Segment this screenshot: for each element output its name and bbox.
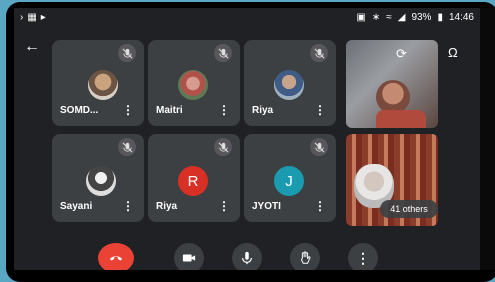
headphones-icon[interactable]: Ω [448,45,458,60]
mic-off-icon [118,138,136,156]
participant-name: JYOTI [252,201,281,212]
avatar [88,70,118,100]
phone-bezel-right [480,8,495,270]
participant-tile[interactable]: Sayani ⋮ [52,134,144,222]
participant-tile[interactable]: Maitri ⋮ [148,40,240,126]
others-count-badge[interactable]: 41 others [380,200,438,218]
clock: 14:46 [448,12,474,23]
self-video-tile[interactable]: ⟳ [346,40,438,128]
more-vert-icon: ⋮ [356,249,370,266]
more-options-icon[interactable]: ⋮ [314,103,326,117]
battery-percent: 93% [411,12,432,23]
avatar [86,166,116,196]
more-options-icon[interactable]: ⋮ [218,103,230,117]
status-right: ▣ ∗ ≈ ◢ 93% ▮ 14:46 [356,12,474,23]
avatar: J [274,166,304,196]
others-count: 41 others [390,204,428,214]
participant-tile[interactable]: SOMD... ⋮ [52,40,144,126]
raise-hand-button[interactable] [290,243,320,270]
nfc-icon: ▣ [356,12,366,23]
wifi-icon: ≈ [386,12,392,23]
mic-off-icon [214,44,232,62]
end-call-button[interactable] [98,243,134,270]
participant-name: Riya [156,201,178,212]
mic-off-icon [310,138,328,156]
avatar-letter: J [285,172,293,190]
signal-icon: ◢ [397,12,406,23]
participant-tile[interactable]: J JYOTI ⋮ [244,134,336,222]
more-options-icon[interactable]: ⋮ [218,199,230,213]
battery-icon: ▮ [437,12,443,23]
video-person-shirt [376,110,426,128]
back-arrow-icon[interactable]: ← [24,38,40,56]
avatar-letter: R [187,172,199,190]
participant-tile[interactable]: Riya ⋮ [244,40,336,126]
avatar: R [178,166,208,196]
avatar [178,70,208,100]
participant-tile[interactable]: R Riya ⋮ [148,134,240,222]
camera-button[interactable] [174,243,204,270]
phone-hangup-icon [109,256,123,261]
more-options-icon[interactable]: ⋮ [122,199,134,213]
participant-name: Sayani [60,201,93,212]
notification-icon: ▦ [27,12,37,23]
participant-name: Maitri [156,105,183,116]
chevron-icon: › [20,12,24,23]
meet-screen: › ▦ ▸ ▣ ∗ ≈ ◢ 93% ▮ 14:46 ← woi-kqux-pxn… [14,8,480,270]
more-options-icon[interactable]: ⋮ [314,199,326,213]
hand-icon [300,251,311,264]
call-controls: ⋮ [14,243,480,270]
participant-name: SOMD... [60,105,99,116]
more-options-button[interactable]: ⋮ [348,243,378,270]
microphone-icon [242,251,252,265]
status-left: › ▦ ▸ [20,12,46,23]
switch-camera-icon[interactable]: ⟳ [396,46,407,62]
mic-off-icon [310,44,328,62]
avatar [274,70,304,100]
mic-off-icon [214,138,232,156]
microphone-button[interactable] [232,243,262,270]
mic-off-icon [118,44,136,62]
more-options-icon[interactable]: ⋮ [122,103,134,117]
status-bar: › ▦ ▸ ▣ ∗ ≈ ◢ 93% ▮ 14:46 [14,8,480,28]
bluetooth-icon: ∗ [371,12,381,23]
video-person [376,80,410,114]
video-camera-icon [182,254,196,262]
play-icon: ▸ [40,12,46,23]
participant-name: Riya [252,105,274,116]
